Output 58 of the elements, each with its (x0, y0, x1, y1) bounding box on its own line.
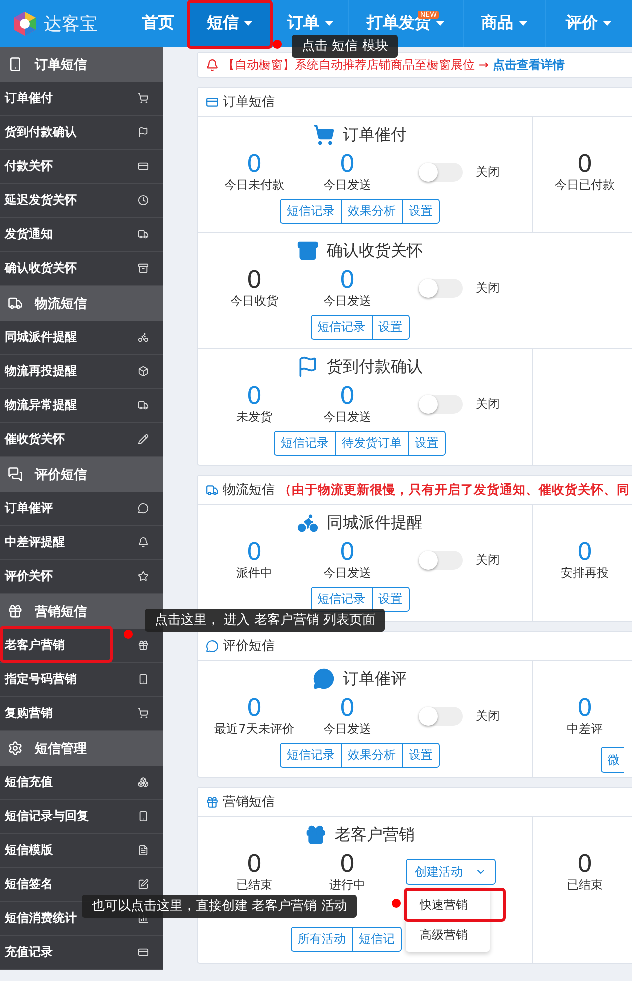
tooltip: 点击这里， 进入 老客户营销 列表页面 (145, 609, 386, 632)
stat-value: 0 (246, 383, 262, 409)
stat-value: 0 (340, 383, 356, 409)
stat-value: 0 (246, 695, 262, 721)
section-title: 物流短信 (223, 482, 275, 499)
stat-label: 最近7天未评价 (214, 721, 294, 737)
stat-value: 0 (340, 695, 356, 721)
stat-label: 今日未付款 (224, 177, 284, 193)
group-title: 订单短信 (35, 56, 87, 74)
stat-value: 0 (340, 151, 356, 177)
section-title: 评价短信 (223, 638, 275, 655)
stat-value: 0 (246, 151, 262, 177)
stat-label: 今日发送 (324, 565, 372, 581)
stat-label: 今日发送 (324, 409, 372, 425)
tooltip: 点击 短信 模块 (292, 35, 398, 58)
stat-value: 0 (340, 267, 356, 293)
stat-label: 今日发送 (324, 721, 372, 737)
stat-label: 今日收货 (230, 293, 278, 309)
stat-value: 0 (340, 539, 356, 565)
tooltip: 也可以点击这里，直接创建 老客户营销 活动 (82, 895, 358, 918)
module-title: 老客户营销 (335, 824, 415, 846)
stat-value: 0 (246, 539, 262, 565)
module-title: 订单催付 (343, 124, 407, 146)
module-title: 货到付款确认 (327, 356, 423, 378)
group-title: 营销短信 (35, 604, 87, 620)
stat-label: 已结束 (567, 877, 603, 893)
toggle-label: 关闭 (476, 280, 500, 296)
module-title: 确认收货关怀 (327, 240, 423, 262)
module-title: 订单催评 (343, 668, 407, 690)
stat-label: 已结束 (236, 877, 272, 893)
stat-value: 0 (577, 695, 593, 721)
module-title: 同城派件提醒 (327, 512, 423, 534)
group-title: 评价短信 (35, 466, 87, 484)
stat-label: 安排再投 (561, 565, 609, 581)
stat-label: 中差评 (567, 721, 603, 737)
logo-text: 达客宝 (44, 12, 98, 36)
section-title: 营销短信 (223, 794, 275, 811)
stat-label: 未发货 (236, 409, 272, 425)
stat-label: 今日发送 (324, 177, 372, 193)
stat-value: 0 (577, 539, 593, 565)
section-title: 订单短信 (223, 94, 275, 111)
stat-label: 进行中 (330, 877, 366, 893)
group-title: 物流短信 (35, 296, 87, 312)
notice-text: 【自动橱窗】系统自动推荐店铺商品至橱窗展位 → (223, 56, 489, 74)
toggle-label: 关闭 (476, 552, 500, 568)
group-title: 短信管理 (35, 740, 87, 758)
stat-value: 0 (577, 151, 593, 177)
stat-label: 派件中 (236, 565, 272, 581)
stat-value: 0 (246, 851, 262, 877)
stat-label: 今日已付款 (555, 177, 615, 193)
toggle-label: 关闭 (476, 396, 500, 412)
stat-value: 0 (340, 851, 356, 877)
stat-label: 今日发送 (324, 293, 372, 309)
toggle-label: 关闭 (476, 708, 500, 724)
stat-value: 0 (577, 851, 593, 877)
section-note: （由于物流更新很慢，只有开启了发货通知、催收货关怀、同 (279, 482, 630, 498)
toggle-label: 关闭 (476, 164, 500, 180)
stat-value: 0 (246, 267, 262, 293)
